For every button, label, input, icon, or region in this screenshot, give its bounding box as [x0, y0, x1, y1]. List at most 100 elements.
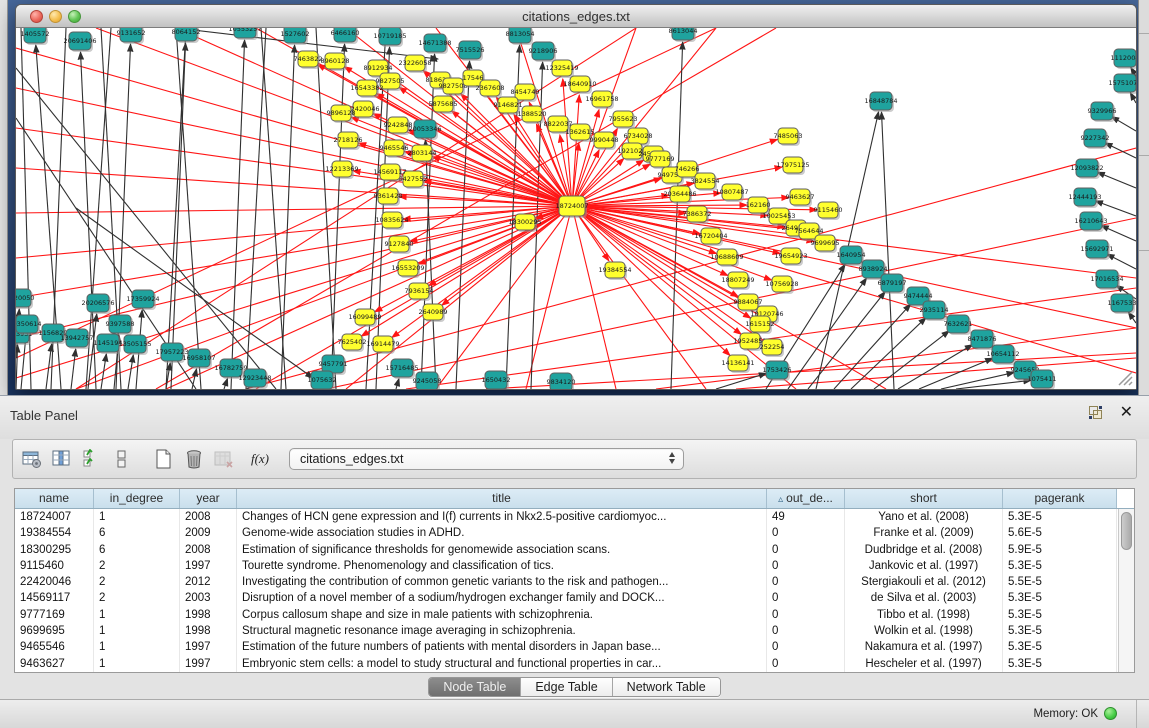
- graph-node-label: 16543382: [350, 84, 383, 92]
- table-row[interactable]: 1872400712008Changes of HCN gene express…: [15, 509, 1134, 525]
- network-graph[interactable]: 1872400774638228960128891293498275051654…: [16, 28, 1136, 389]
- graph-node-label: 18640910: [563, 80, 596, 88]
- graph-node-label: 8471876: [968, 335, 997, 343]
- edge[interactable]: [572, 206, 706, 389]
- graph-node-label: 9834120: [547, 378, 576, 386]
- graph-node-label: 2367608: [476, 84, 505, 92]
- window-titlebar[interactable]: citations_edges.txt: [16, 5, 1136, 28]
- edge[interactable]: [128, 355, 133, 389]
- edge[interactable]: [1097, 172, 1136, 188]
- edge[interactable]: [101, 354, 106, 389]
- graph-node-label: 746266: [675, 165, 700, 173]
- node-table[interactable]: namein_degreeyeartitle▵out_de...shortpag…: [14, 488, 1135, 673]
- table-row[interactable]: 969969511998Structural magnetic resonanc…: [15, 623, 1134, 639]
- edge[interactable]: [572, 206, 1136, 373]
- table-cell: 5.5E-5: [1003, 574, 1117, 590]
- column-header-pagerank[interactable]: pagerank: [1003, 489, 1117, 508]
- close-panel-icon[interactable]: ✕: [1120, 404, 1133, 422]
- table-row[interactable]: 1830029562008Estimation of significance …: [15, 542, 1134, 558]
- column-visibility-icon[interactable]: [51, 448, 73, 470]
- edge[interactable]: [261, 28, 286, 389]
- right-panel-edge[interactable]: [1138, 0, 1149, 395]
- edge[interactable]: [1107, 254, 1136, 269]
- edge[interactable]: [281, 45, 295, 389]
- graph-node-label: 8613044: [669, 28, 698, 35]
- graph-node-label: 7386372: [683, 210, 712, 218]
- edge[interactable]: [71, 349, 76, 389]
- table-cell: 0: [767, 590, 845, 606]
- edge[interactable]: [736, 358, 1136, 389]
- edge[interactable]: [526, 206, 572, 389]
- edge[interactable]: [166, 28, 186, 389]
- edge[interactable]: [956, 380, 1031, 389]
- column-header-out_de[interactable]: ▵out_de...: [767, 489, 845, 508]
- resize-grip[interactable]: [1119, 372, 1132, 385]
- scrollbar-thumb[interactable]: [1121, 512, 1132, 550]
- graph-node-label: 1650432: [482, 376, 511, 384]
- edge[interactable]: [1130, 93, 1136, 103]
- table-cell: 5.3E-5: [1003, 509, 1117, 525]
- graph-node-label: 3824554: [691, 177, 720, 185]
- tab-network-table[interactable]: Network Table: [613, 678, 720, 696]
- edge[interactable]: [246, 28, 266, 389]
- table-row[interactable]: 911546021997Tourette syndrome. Phenomeno…: [15, 558, 1134, 574]
- column-header-in_degree[interactable]: in_degree: [94, 489, 180, 508]
- graph-node-label: 15716485: [385, 364, 418, 372]
- graph-node-label: 1112004: [1111, 54, 1136, 62]
- edge[interactable]: [881, 112, 894, 389]
- graph-node-label: 1640954: [837, 251, 866, 259]
- graph-node-label: 17975125: [776, 161, 809, 169]
- table-row[interactable]: 977716911998Corpus callosum shape and si…: [15, 607, 1134, 623]
- table-row[interactable]: 946554611997Estimation of the future num…: [15, 639, 1134, 655]
- edge[interactable]: [1101, 225, 1136, 241]
- network-window[interactable]: citations_edges.txt 18724007746382289601…: [15, 4, 1137, 390]
- graph-node-label: 12444193: [1068, 193, 1101, 201]
- graph-node-label: 7515526: [456, 46, 485, 54]
- table-cell: 5.3E-5: [1003, 623, 1117, 639]
- network-canvas[interactable]: 1872400774638228960128891293498275051654…: [16, 28, 1136, 389]
- table-panel-header[interactable]: Table Panel ✕: [0, 396, 1149, 439]
- memory-ok-indicator[interactable]: [1104, 707, 1117, 720]
- edge[interactable]: [788, 278, 867, 389]
- table-row[interactable]: 1456911722003Disruption of a novel membe…: [15, 590, 1134, 606]
- edge[interactable]: [231, 40, 245, 389]
- function-builder-icon[interactable]: f(x): [249, 448, 271, 470]
- select-all-columns-icon[interactable]: [81, 448, 103, 470]
- edge[interactable]: [572, 206, 616, 389]
- table-scrollbar[interactable]: [1118, 509, 1134, 672]
- left-panel-edge[interactable]: [0, 0, 8, 395]
- table-row[interactable]: 2242004622012Investigating the contribut…: [15, 574, 1134, 590]
- edge[interactable]: [171, 43, 186, 389]
- table-cell: 2009: [180, 525, 237, 541]
- table-header-row[interactable]: namein_degreeyeartitle▵out_de...shortpag…: [15, 489, 1134, 509]
- table-cell: Franke et al. (2009): [845, 525, 1003, 541]
- graph-node-label: 12325419: [545, 64, 578, 72]
- table-selector-dropdown[interactable]: citations_edges.txt: [289, 448, 684, 470]
- graph-node-label: 252254: [760, 343, 785, 351]
- tab-node-table[interactable]: Node Table: [429, 678, 521, 696]
- column-header-title[interactable]: title: [237, 489, 767, 508]
- delete-table-icon[interactable]: [183, 448, 205, 470]
- edge[interactable]: [176, 28, 201, 389]
- table-cell: 5.9E-5: [1003, 542, 1117, 558]
- table-cell: 0: [767, 656, 845, 672]
- table-row[interactable]: 946362711997Embryonic stem cells: a mode…: [15, 656, 1134, 672]
- table-settings-icon[interactable]: [21, 448, 43, 470]
- edge[interactable]: [396, 379, 399, 389]
- graph-node-label: 16914479: [366, 340, 399, 348]
- column-header-name[interactable]: name: [15, 489, 94, 508]
- edge[interactable]: [1111, 117, 1136, 131]
- delete-column-icon-disabled: [213, 448, 235, 470]
- table-cell: Dudbridge et al. (2008): [845, 542, 1003, 558]
- column-header-short[interactable]: short: [845, 489, 1003, 508]
- new-table-icon[interactable]: [153, 448, 175, 470]
- graph-node-label: 9350614: [16, 320, 41, 328]
- float-panel-icon[interactable]: [1089, 406, 1105, 422]
- table-row[interactable]: 1938455462009Genome-wide association stu…: [15, 525, 1134, 541]
- graph-node-label: 7463822: [294, 55, 323, 63]
- tab-edge-table[interactable]: Edge Table: [521, 678, 612, 696]
- table-cell: 2008: [180, 542, 237, 558]
- unselect-columns-icon[interactable]: [111, 448, 133, 470]
- edge[interactable]: [224, 378, 228, 389]
- column-header-year[interactable]: year: [180, 489, 237, 508]
